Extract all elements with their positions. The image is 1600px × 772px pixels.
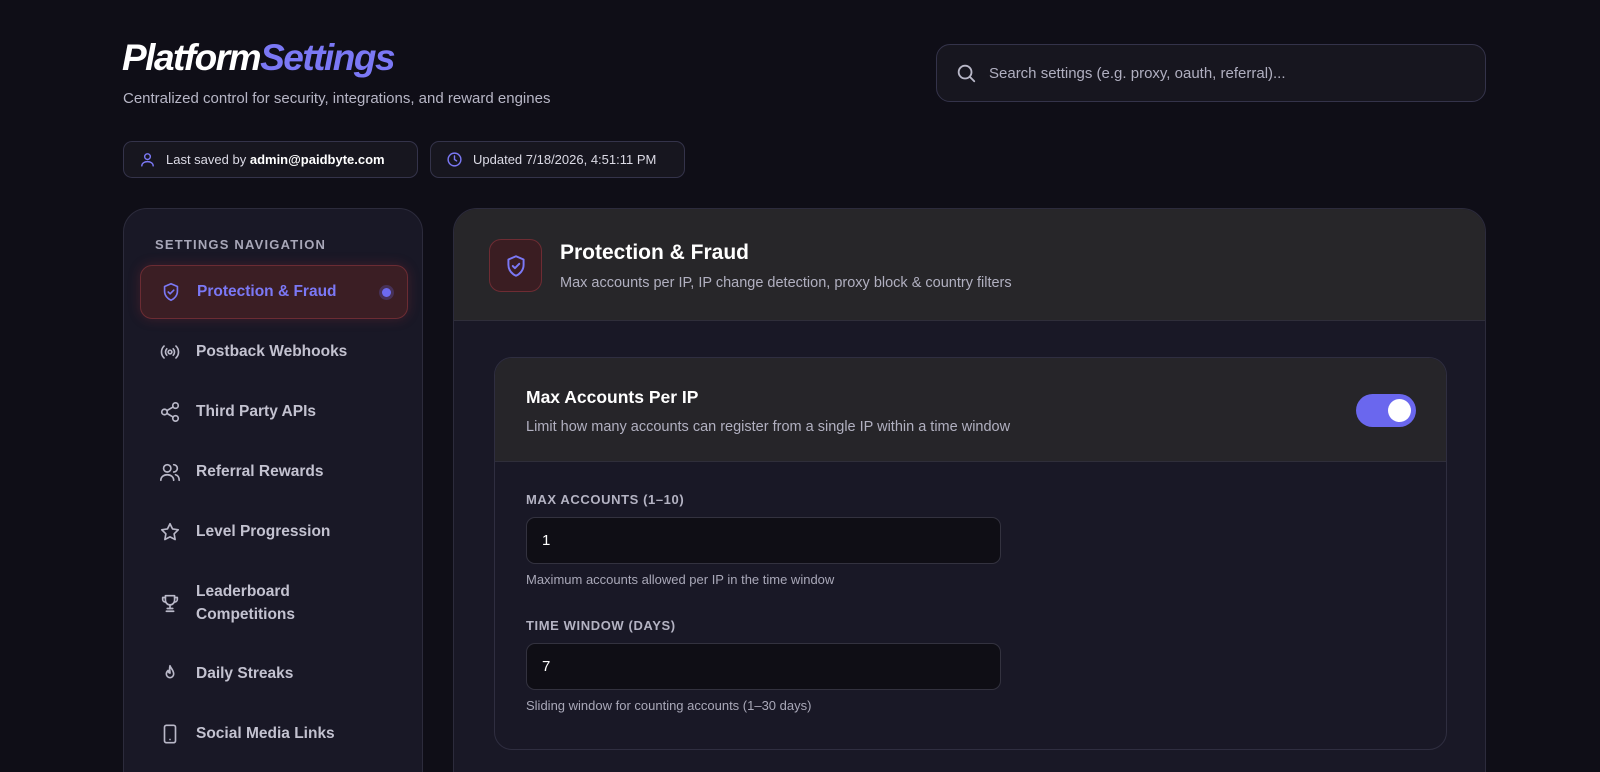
trophy-icon [158,591,182,615]
last-saved-prefix: Last saved by [166,152,247,167]
settings-page: PlatformSettings Centralized control for… [0,0,1600,772]
max-accounts-input[interactable]: 1 [526,517,1001,564]
last-saved-chip: Last saved by admin@paidbyte.com [123,141,418,178]
search-icon [957,64,976,83]
sidebar-item-daily-streaks[interactable]: Daily Streaks [140,647,408,701]
smartphone-icon [158,722,182,746]
sidebar-heading: SETTINGS NAVIGATION [155,237,327,252]
card-header: Max Accounts Per IP Limit how many accou… [495,358,1446,462]
card-title: Max Accounts Per IP [526,387,699,407]
page-subtitle: Centralized control for security, integr… [123,90,551,107]
last-saved-user: admin@paidbyte.com [249,152,385,167]
shield-check-icon [489,239,542,292]
settings-sidebar: SETTINGS NAVIGATION Protection & Fraud P… [123,208,423,772]
star-icon [158,520,182,544]
updated-chip: Updated 7/18/2026, 4:51:11 PM [430,141,685,178]
shield-check-icon [159,280,183,304]
sidebar-item-third-party-apis[interactable]: Third Party APIs [140,385,408,439]
sidebar-item-label: Daily Streaks [196,665,294,682]
time-window-input[interactable]: 7 [526,643,1001,690]
sidebar-item-label: Leaderboard Competitions [196,583,296,623]
sidebar-item-protection-fraud[interactable]: Protection & Fraud [140,265,408,319]
sidebar-item-referral-rewards[interactable]: Referral Rewards [140,445,408,499]
card-description: Limit how many accounts can register fro… [526,419,1011,435]
sidebar-item-label: Protection & Fraud [197,283,337,300]
sidebar-item-label: Social Media Links [196,725,335,742]
sidebar-item-level-progression[interactable]: Level Progression [140,505,408,559]
search-input[interactable] [989,64,1449,82]
toggle-knob [1388,399,1411,422]
panel-description: Max accounts per IP, IP change detection… [560,275,1012,291]
max-accounts-toggle[interactable] [1356,394,1416,427]
user-icon [141,153,154,167]
updated-timestamp: Updated 7/18/2026, 4:51:11 PM [473,152,657,167]
max-accounts-label: MAX ACCOUNTS (1–10) [526,492,685,507]
page-title: PlatformSettings [122,37,396,78]
users-icon [158,460,182,484]
flame-icon [158,662,182,686]
settings-panel: Protection & Fraud Max accounts per IP, … [453,208,1486,772]
sidebar-item-postback-webhooks[interactable]: Postback Webhooks [140,325,408,379]
panel-header: Protection & Fraud Max accounts per IP, … [454,209,1485,321]
sidebar-item-leaderboard-competitions[interactable]: Leaderboard Competitions [140,565,408,641]
share-icon [158,400,182,424]
clock-icon [447,152,462,167]
panel-title: Protection & Fraud [560,241,750,264]
sidebar-item-label: Level Progression [196,523,331,540]
time-window-help: Sliding window for counting accounts (1–… [526,698,812,713]
max-accounts-card: Max Accounts Per IP Limit how many accou… [494,357,1447,750]
sidebar-item-social-media-links[interactable]: Social Media Links [140,707,408,761]
search-box[interactable] [936,44,1486,102]
broadcast-icon [158,340,182,364]
sidebar-item-label: Third Party APIs [196,403,317,420]
sidebar-item-label: Referral Rewards [196,463,324,480]
active-indicator-dot [382,288,391,297]
max-accounts-help: Maximum accounts allowed per IP in the t… [526,572,835,587]
sidebar-item-label: Postback Webhooks [196,343,348,360]
time-window-label: TIME WINDOW (DAYS) [526,618,676,633]
